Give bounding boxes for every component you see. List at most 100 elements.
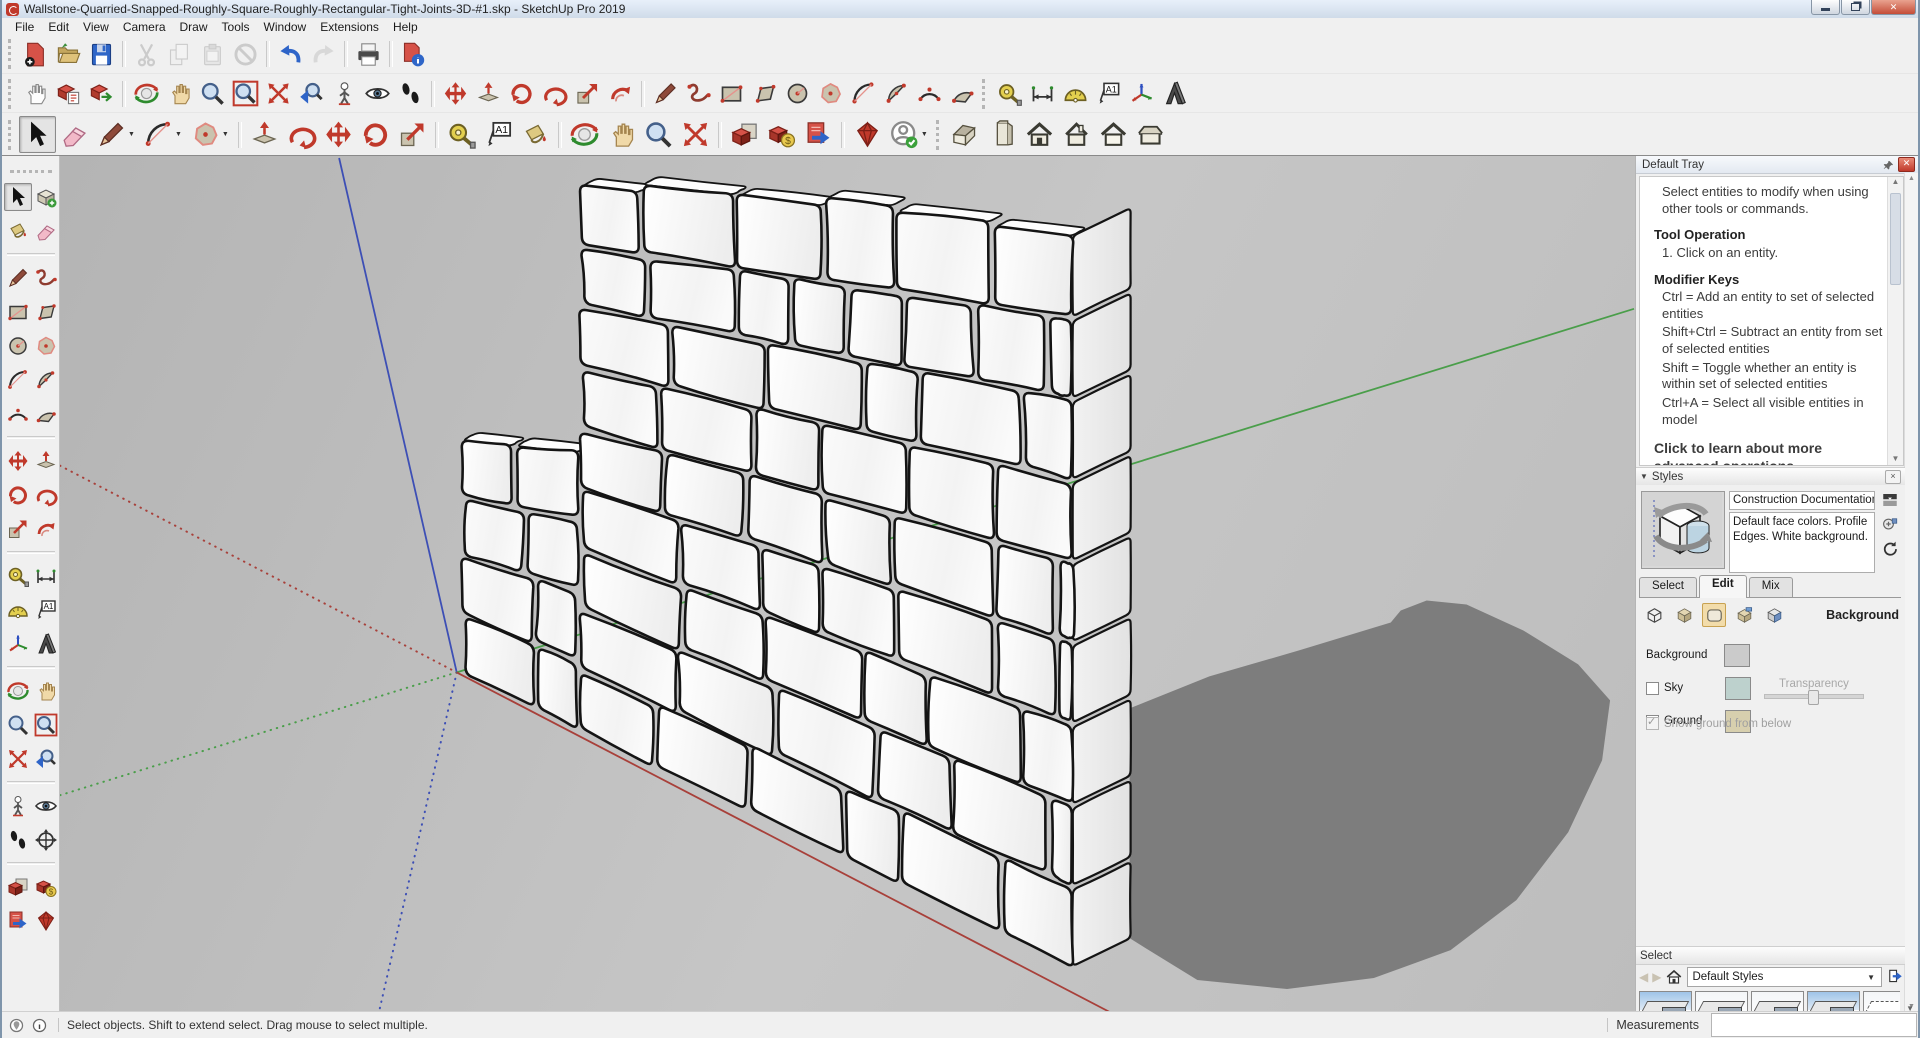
dimension-button[interactable] [1026, 77, 1059, 110]
stone[interactable] [998, 623, 1056, 714]
home-icon[interactable] [1665, 968, 1683, 986]
open-button[interactable] [52, 38, 85, 71]
details-icon[interactable] [1886, 968, 1904, 986]
zoom-button[interactable] [640, 116, 677, 153]
stone[interactable] [904, 298, 973, 376]
zoom-previous-button[interactable] [295, 77, 328, 110]
look-around-button[interactable] [361, 77, 394, 110]
info-icon[interactable] [31, 1017, 48, 1034]
stone[interactable] [794, 279, 845, 352]
extension-warehouse-button[interactable] [800, 116, 837, 153]
offset-button[interactable] [32, 515, 60, 543]
close-button[interactable]: ✕ [1871, 0, 1916, 15]
chevron-down-icon[interactable]: ▼ [222, 131, 229, 138]
stone[interactable] [866, 364, 918, 441]
toolbar-drag-handle[interactable] [8, 79, 16, 109]
styles-close-button[interactable]: × [1885, 470, 1901, 484]
style-preview-thumbnail[interactable] [1641, 491, 1725, 569]
pie-button[interactable] [32, 366, 60, 394]
share-model-button[interactable] [32, 873, 60, 901]
menu-draw[interactable]: Draw [173, 19, 215, 35]
undo-button[interactable] [274, 38, 307, 71]
minimize-button[interactable] [1811, 0, 1840, 15]
3d-warehouse-button[interactable] [726, 116, 763, 153]
stone[interactable] [1024, 393, 1072, 478]
text-button[interactable] [480, 116, 517, 153]
stone[interactable] [462, 441, 512, 504]
new-button[interactable] [19, 38, 52, 71]
zoom-button[interactable] [4, 711, 32, 739]
shapes-button[interactable]: ▼ [187, 116, 234, 153]
update-style-icon[interactable] [1881, 539, 1899, 557]
protractor-button[interactable] [4, 596, 32, 624]
pie-button[interactable] [880, 77, 913, 110]
dotted-axis-red[interactable] [60, 466, 457, 673]
account-button[interactable]: ▼ [886, 116, 933, 153]
arc-button[interactable] [32, 400, 60, 428]
stone[interactable] [1059, 641, 1072, 719]
model-canvas[interactable] [60, 156, 1635, 1012]
save-button[interactable] [85, 38, 118, 71]
arc-button[interactable]: ▼ [140, 116, 187, 153]
position-camera-button[interactable] [4, 792, 32, 820]
make-component-button[interactable] [32, 183, 60, 211]
three-point-arc-button[interactable] [913, 77, 946, 110]
circle-button[interactable] [4, 332, 32, 360]
scale-button[interactable] [571, 77, 604, 110]
toolbar-drag-handle[interactable] [8, 120, 16, 150]
line-button[interactable] [4, 264, 32, 292]
follow-me-button[interactable] [283, 116, 320, 153]
offset-button[interactable] [604, 77, 637, 110]
style-name-field[interactable]: Construction Documentation Sty [1729, 491, 1875, 510]
geolocation-icon[interactable] [8, 1017, 25, 1034]
menu-window[interactable]: Window [257, 19, 314, 35]
turn-around-button[interactable] [32, 826, 60, 854]
menu-view[interactable]: View [76, 19, 116, 35]
zoom-extents-button[interactable] [4, 745, 32, 773]
tab-select[interactable]: Select [1639, 577, 1697, 597]
modeling-settings-button[interactable] [1762, 603, 1786, 627]
zoom-previous-button[interactable] [32, 745, 60, 773]
move-button[interactable] [439, 77, 472, 110]
pin-icon[interactable] [1882, 158, 1896, 171]
component-options-button[interactable] [52, 77, 85, 110]
eraser-button[interactable] [32, 217, 60, 245]
stone[interactable] [582, 250, 646, 316]
interact-button[interactable] [19, 77, 52, 110]
extension-manager-button[interactable] [849, 116, 886, 153]
stone[interactable] [978, 305, 1044, 389]
rotated-rectangle-button[interactable] [32, 298, 60, 326]
axes-button[interactable] [4, 630, 32, 658]
pan-button[interactable] [32, 677, 60, 705]
copy-button[interactable] [163, 38, 196, 71]
view-iso-button[interactable] [947, 116, 984, 153]
stone[interactable] [846, 792, 899, 881]
component-attributes-button[interactable] [85, 77, 118, 110]
stone[interactable] [1023, 712, 1073, 801]
stone[interactable] [580, 186, 639, 253]
stone[interactable] [896, 213, 988, 304]
3d-warehouse-button[interactable] [4, 873, 32, 901]
sky-checkbox[interactable] [1646, 682, 1659, 695]
zoom-window-button[interactable] [229, 77, 262, 110]
scale-button[interactable] [4, 515, 32, 543]
dotted-axis-green[interactable] [60, 672, 457, 795]
push-pull-button[interactable] [246, 116, 283, 153]
chevron-down-icon[interactable]: ▼ [921, 131, 928, 138]
transparency-slider[interactable] [1764, 694, 1864, 699]
follow-me-button[interactable] [32, 481, 60, 509]
background-settings-button[interactable] [1702, 603, 1726, 627]
three-point-arc-button[interactable] [4, 400, 32, 428]
stone[interactable] [536, 581, 576, 655]
background-color-swatch[interactable] [1724, 644, 1750, 667]
stone[interactable] [737, 195, 822, 279]
scale-button[interactable] [394, 116, 431, 153]
menu-camera[interactable]: Camera [116, 19, 173, 35]
edge-settings-button[interactable] [1642, 603, 1666, 627]
orbit-button[interactable] [566, 116, 603, 153]
position-camera-button[interactable] [328, 77, 361, 110]
orbit-button[interactable] [4, 677, 32, 705]
push-pull-button[interactable] [32, 447, 60, 475]
tape-measure-button[interactable] [993, 77, 1026, 110]
stone[interactable] [1052, 801, 1072, 884]
